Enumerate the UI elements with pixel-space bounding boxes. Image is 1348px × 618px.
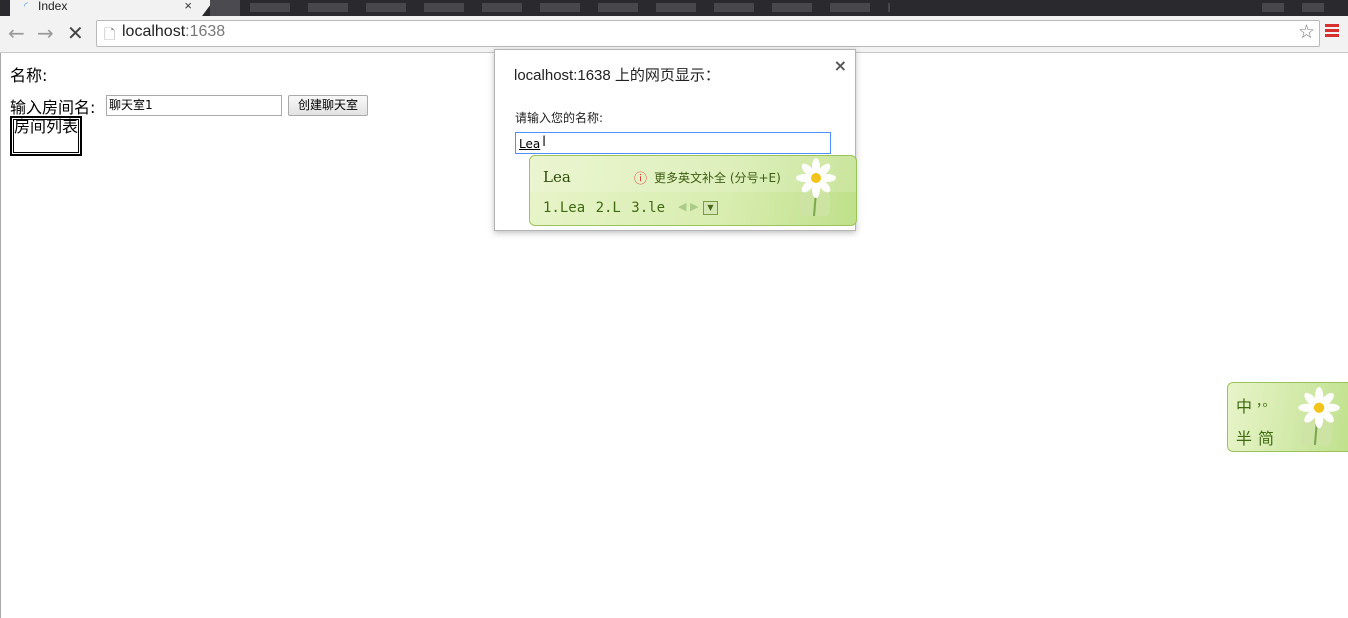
window-controls-blurred [1262,3,1332,12]
url-text[interactable]: localhost:1638 [122,23,225,41]
daisy-icon [796,158,836,217]
tab-strip: ◜ Index × [0,0,1348,16]
ime-candidates[interactable]: 1.Lea 2.L 3.le [543,200,665,216]
url-port: :1638 [185,23,226,40]
forward-arrow-icon[interactable]: → [37,22,54,44]
back-arrow-icon[interactable]: ← [8,22,25,44]
ime-dropdown-icon[interactable]: ▼ [703,201,718,215]
room-name-input[interactable]: 聊天室1 [106,95,282,116]
ime-status-bar: 中 ，。 半 简 [1227,382,1348,452]
ime-hint[interactable]: 更多英文补全 (分号+E) [654,169,781,186]
ime-candidate-window: Lea ⓘ 更多英文补全 (分号+E) 1.Lea 2.L 3.le ◀ ▶ ▼ [529,155,857,226]
url-host: localhost [122,23,186,40]
tab-index[interactable]: ◜ Index × [10,0,214,16]
browser-toolbar: ← → ✕ 🗋 localhost:1638 ☆ [0,16,1348,53]
dialog-message: 请输入您的名称: [515,111,604,125]
info-icon: ⓘ [634,172,648,187]
page-icon: 🗋 [104,27,116,43]
ime-mode-toggle[interactable]: 中 [1236,393,1252,417]
ime-script-toggle[interactable]: 简 [1258,425,1274,449]
ime-punct-toggle[interactable]: ，。 [1256,391,1276,410]
create-room-button[interactable]: 创建聊天室 [288,95,368,116]
dialog-title: localhost:1638 上的网页显示： [514,67,720,84]
tab-close-icon[interactable]: × [184,0,192,13]
address-bar[interactable]: 🗋 localhost:1638 ☆ [96,20,1320,47]
stop-loading-icon[interactable]: ✕ [67,22,84,44]
bookmark-bar-blurred [250,3,890,12]
ime-width-toggle[interactable]: 半 [1236,425,1252,449]
room-list-title: 房间列表 [14,117,79,136]
tab-inactive[interactable] [210,0,240,16]
menu-icon[interactable] [1325,24,1339,40]
dialog-name-input[interactable]: Lea [515,132,831,154]
tab-title: Index [38,0,68,13]
daisy-icon [1298,387,1340,446]
bookmark-star-icon[interactable]: ☆ [1298,21,1315,43]
ime-page-arrows-icon[interactable]: ◀ ▶ [678,200,698,213]
room-list-table: 房间列表 [10,116,82,156]
room-name-label: 输入房间名: [10,98,96,117]
text-cursor-icon: I [542,134,547,150]
loading-icon: ◜ [24,1,28,12]
name-label: 名称: [10,66,48,85]
ime-composition-text: Lea [543,168,571,186]
dialog-close-icon[interactable]: × [834,56,847,75]
